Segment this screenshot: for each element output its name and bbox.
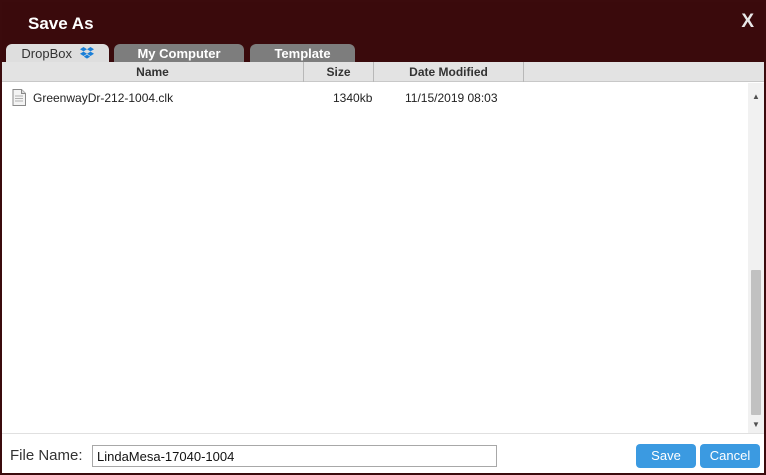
column-header-row: Name Size Date Modified bbox=[2, 62, 764, 82]
file-list: GreenwayDr-212-1004.clk 1340kb 11/15/201… bbox=[2, 83, 748, 433]
save-button[interactable]: Save bbox=[636, 444, 696, 468]
tab-template[interactable]: Template bbox=[250, 44, 355, 63]
save-as-dialog: Save As X DropBox My Computer Template N… bbox=[0, 0, 766, 475]
tab-dropbox[interactable]: DropBox bbox=[6, 44, 109, 63]
file-name: GreenwayDr-212-1004.clk bbox=[33, 91, 174, 105]
vertical-scrollbar[interactable]: ▲ ▼ bbox=[748, 83, 764, 433]
file-icon bbox=[12, 89, 26, 106]
tab-dropbox-label: DropBox bbox=[21, 46, 72, 61]
tab-template-label: Template bbox=[274, 46, 331, 61]
file-name-input[interactable] bbox=[92, 445, 497, 467]
dropbox-icon bbox=[79, 47, 94, 59]
file-date-modified: 11/15/2019 08:03 bbox=[405, 91, 498, 105]
scrollbar-thumb[interactable] bbox=[751, 270, 761, 415]
dialog-titlebar: Save As X DropBox My Computer Template bbox=[2, 2, 764, 63]
dialog-title: Save As bbox=[28, 14, 94, 33]
file-size: 1340kb bbox=[333, 91, 373, 105]
column-header-size[interactable]: Size bbox=[304, 62, 374, 82]
column-header-name[interactable]: Name bbox=[2, 62, 304, 82]
scroll-up-arrow-icon[interactable]: ▲ bbox=[748, 89, 764, 105]
tab-my-computer-label: My Computer bbox=[137, 46, 221, 61]
scroll-down-arrow-icon[interactable]: ▼ bbox=[748, 417, 764, 433]
column-header-date-modified[interactable]: Date Modified bbox=[374, 62, 524, 82]
dialog-footer: File Name: Save Cancel bbox=[2, 433, 764, 473]
file-row[interactable]: GreenwayDr-212-1004.clk 1340kb 11/15/201… bbox=[2, 89, 748, 107]
cancel-button[interactable]: Cancel bbox=[700, 444, 760, 468]
tab-my-computer[interactable]: My Computer bbox=[114, 44, 244, 63]
file-name-label: File Name: bbox=[10, 447, 83, 464]
close-button[interactable]: X bbox=[741, 11, 754, 33]
